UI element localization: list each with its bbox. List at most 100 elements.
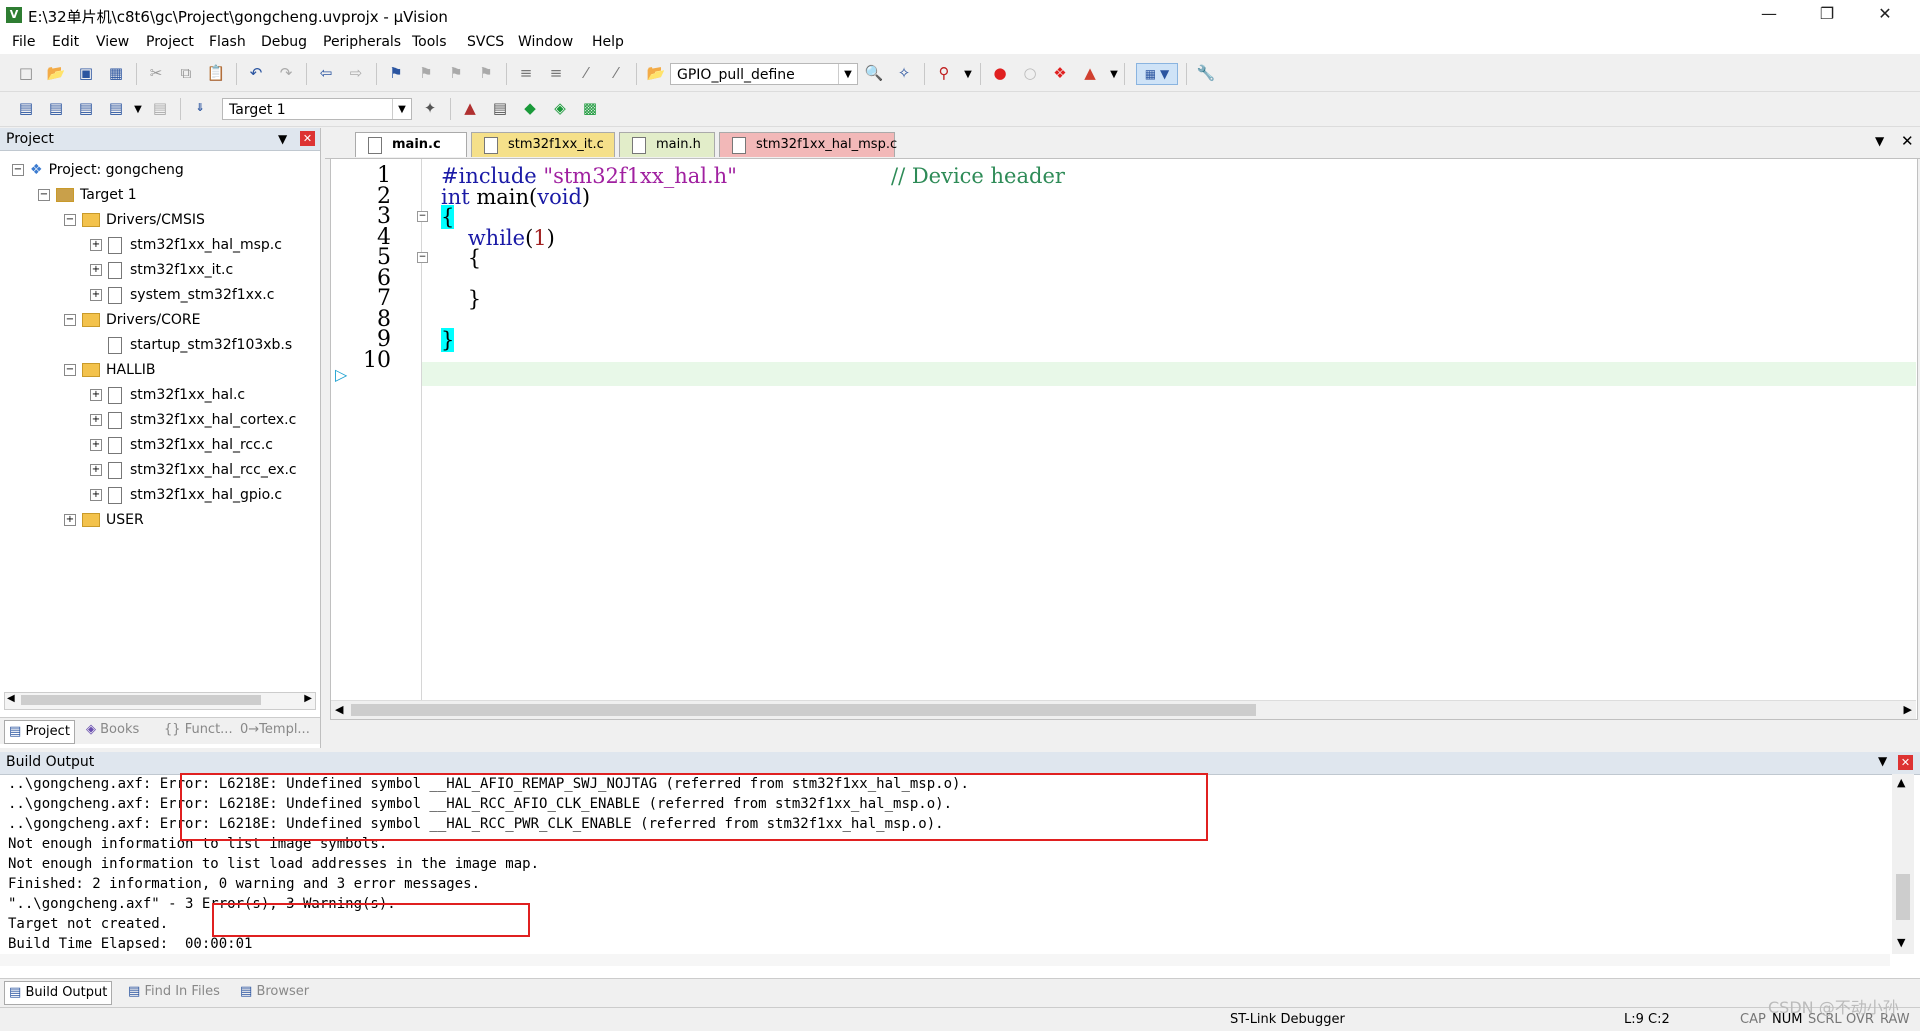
close-icon[interactable]: ✕ xyxy=(300,131,315,146)
disable-breakpoint-icon[interactable]: ○ xyxy=(1020,63,1040,83)
incremental-find-icon[interactable]: ✧ xyxy=(894,63,914,83)
undo-icon[interactable]: ↶ xyxy=(246,63,266,83)
expand-icon[interactable]: + xyxy=(90,464,102,476)
close-window-button[interactable]: ✕ xyxy=(1856,0,1914,30)
expand-icon[interactable]: + xyxy=(90,439,102,451)
run-to-cursor-icon[interactable]: ▲ xyxy=(1080,63,1100,83)
scroll-up-icon[interactable]: ▲ xyxy=(1897,776,1905,789)
menu-view[interactable]: View xyxy=(96,34,129,50)
menu-edit[interactable]: Edit xyxy=(52,34,79,50)
expand-icon[interactable]: + xyxy=(90,289,102,301)
collapse-icon[interactable]: − xyxy=(64,364,76,376)
find-in-files-icon[interactable]: 📂 xyxy=(646,63,666,83)
menu-project[interactable]: Project xyxy=(146,34,194,50)
menu-debug[interactable]: Debug xyxy=(261,34,307,50)
collapse-icon[interactable]: − xyxy=(64,314,76,326)
pin-icon[interactable]: ▼ xyxy=(278,128,287,150)
tab-main-h[interactable]: main.h xyxy=(619,132,715,157)
menu-svcs[interactable]: SVCS xyxy=(467,34,504,50)
target-combo[interactable]: Target 1 ▼ xyxy=(222,98,412,120)
expand-icon[interactable]: + xyxy=(64,514,76,526)
tab-browser[interactable]: ▤ Browser xyxy=(240,984,309,999)
translate-icon[interactable]: ▤ xyxy=(16,98,36,118)
tab-build-output[interactable]: ▤ Build Output xyxy=(4,981,113,1005)
tree-item[interactable]: − ❖ Project: gongcheng xyxy=(12,158,184,182)
tab-stm32f1xx-hal-msp-c[interactable]: stm32f1xx_hal_msp.c xyxy=(719,132,897,157)
output-vscrollbar[interactable]: ▲ ▼ xyxy=(1892,774,1914,954)
prev-bookmark-icon[interactable]: ⚑ xyxy=(416,63,436,83)
tree-item[interactable]: + stm32f1xx_it.c xyxy=(90,258,233,282)
tab-project[interactable]: ▤ Project xyxy=(4,720,75,744)
expand-icon[interactable]: + xyxy=(90,489,102,501)
tree-item[interactable]: + stm32f1xx_hal_rcc_ex.c xyxy=(90,458,297,482)
collapse-icon[interactable]: − xyxy=(64,214,76,226)
tree-item[interactable]: startup_stm32f103xb.s xyxy=(90,333,292,357)
menu-peripherals[interactable]: Peripherals xyxy=(323,34,401,50)
indent-icon[interactable]: ≡ xyxy=(516,63,536,83)
expand-icon[interactable]: + xyxy=(90,264,102,276)
download-icon[interactable]: ⇓ xyxy=(190,98,210,118)
collapse-icon[interactable]: − xyxy=(38,189,50,201)
copy-icon[interactable]: ⧉ xyxy=(176,63,196,83)
nav-forward-icon[interactable]: ⇨ xyxy=(346,63,366,83)
build-icon[interactable]: ▤ xyxy=(46,98,66,118)
editor-hscrollbar[interactable]: ◀ ▶ xyxy=(331,700,1916,719)
output-hscrollbar[interactable] xyxy=(0,954,1890,966)
minimize-button[interactable]: — xyxy=(1740,0,1798,30)
define-combo[interactable]: GPIO_pull_define ▼ xyxy=(670,63,858,85)
tab-books[interactable]: ◈ Books xyxy=(86,722,139,737)
select-packs-icon[interactable]: ▤ xyxy=(490,98,510,118)
close-tab-icon[interactable]: ✕ xyxy=(1901,132,1914,150)
tree-item[interactable]: + stm32f1xx_hal_gpio.c xyxy=(90,483,282,507)
scroll-thumb[interactable] xyxy=(21,695,261,705)
code-editor[interactable]: ▷ 1 2 3 4 5 6 7 8 9 10 #include "stm32f1xx_hal.h"… xyxy=(330,158,1918,720)
save-all-icon[interactable]: ▦ xyxy=(106,63,126,83)
scroll-right-icon[interactable]: ▶ xyxy=(1904,703,1912,716)
menu-tools[interactable]: Tools xyxy=(412,34,447,50)
paste-icon[interactable]: 📋 xyxy=(206,63,226,83)
cut-icon[interactable]: ✂ xyxy=(146,63,166,83)
fold-icon[interactable]: − xyxy=(417,252,428,263)
tree-item[interactable]: + stm32f1xx_hal_msp.c xyxy=(90,233,282,257)
tree-item[interactable]: − HALLIB xyxy=(64,358,155,382)
scroll-thumb[interactable] xyxy=(351,704,1256,716)
tab-find-in-files[interactable]: ▤ Find In Files xyxy=(128,984,220,999)
collapse-icon[interactable]: − xyxy=(12,164,24,176)
unindent-icon[interactable]: ≡ xyxy=(546,63,566,83)
bookmark-icon[interactable]: ⚑ xyxy=(386,63,406,83)
next-bookmark-icon[interactable]: ⚑ xyxy=(446,63,466,83)
scroll-right-icon[interactable]: ▶ xyxy=(304,693,312,704)
chevron-down-icon[interactable]: ▼ xyxy=(128,100,148,120)
debug-session-icon[interactable]: ⚲ xyxy=(934,63,954,83)
target-options-icon[interactable]: ✦ xyxy=(420,98,440,118)
tree-item[interactable]: + stm32f1xx_hal.c xyxy=(90,383,245,407)
tree-item[interactable]: − Drivers/CMSIS xyxy=(64,208,205,232)
chevron-down-icon[interactable]: ▼ xyxy=(1104,65,1124,85)
tree-item[interactable]: + stm32f1xx_hal_cortex.c xyxy=(90,408,296,432)
chevron-down-icon[interactable]: ▼ xyxy=(392,99,411,119)
tab-functions[interactable]: {} Funct... xyxy=(164,722,233,737)
close-icon[interactable]: ✕ xyxy=(1898,755,1913,770)
nav-back-icon[interactable]: ⇦ xyxy=(316,63,336,83)
new-file-icon[interactable]: □ xyxy=(16,63,36,83)
tree-item[interactable]: − Target 1 xyxy=(38,183,137,207)
restore-button[interactable]: ❐ xyxy=(1798,0,1856,30)
menu-help[interactable]: Help xyxy=(592,34,624,50)
chevron-down-icon[interactable]: ▼ xyxy=(838,64,857,84)
scroll-left-icon[interactable]: ◀ xyxy=(335,703,343,716)
expand-icon[interactable]: + xyxy=(90,389,102,401)
menu-file[interactable]: File xyxy=(12,34,35,50)
tabs-dropdown-icon[interactable]: ▼ xyxy=(1875,134,1884,148)
manage-project-icon[interactable]: ▲ xyxy=(460,98,480,118)
expand-icon[interactable]: + xyxy=(90,414,102,426)
scroll-thumb[interactable] xyxy=(1896,874,1910,920)
breakpoint-icon[interactable]: ● xyxy=(990,63,1010,83)
stop-build-icon[interactable]: ▤ xyxy=(150,98,170,118)
rebuild-icon[interactable]: ▤ xyxy=(76,98,96,118)
scroll-left-icon[interactable]: ◀ xyxy=(7,693,15,704)
scroll-down-icon[interactable]: ▼ xyxy=(1897,936,1905,949)
menu-flash[interactable]: Flash xyxy=(209,34,246,50)
tree-item[interactable]: − Drivers/CORE xyxy=(64,308,200,332)
open-file-icon[interactable]: 📂 xyxy=(46,63,66,83)
find-icon[interactable]: 🔍 xyxy=(864,63,884,83)
